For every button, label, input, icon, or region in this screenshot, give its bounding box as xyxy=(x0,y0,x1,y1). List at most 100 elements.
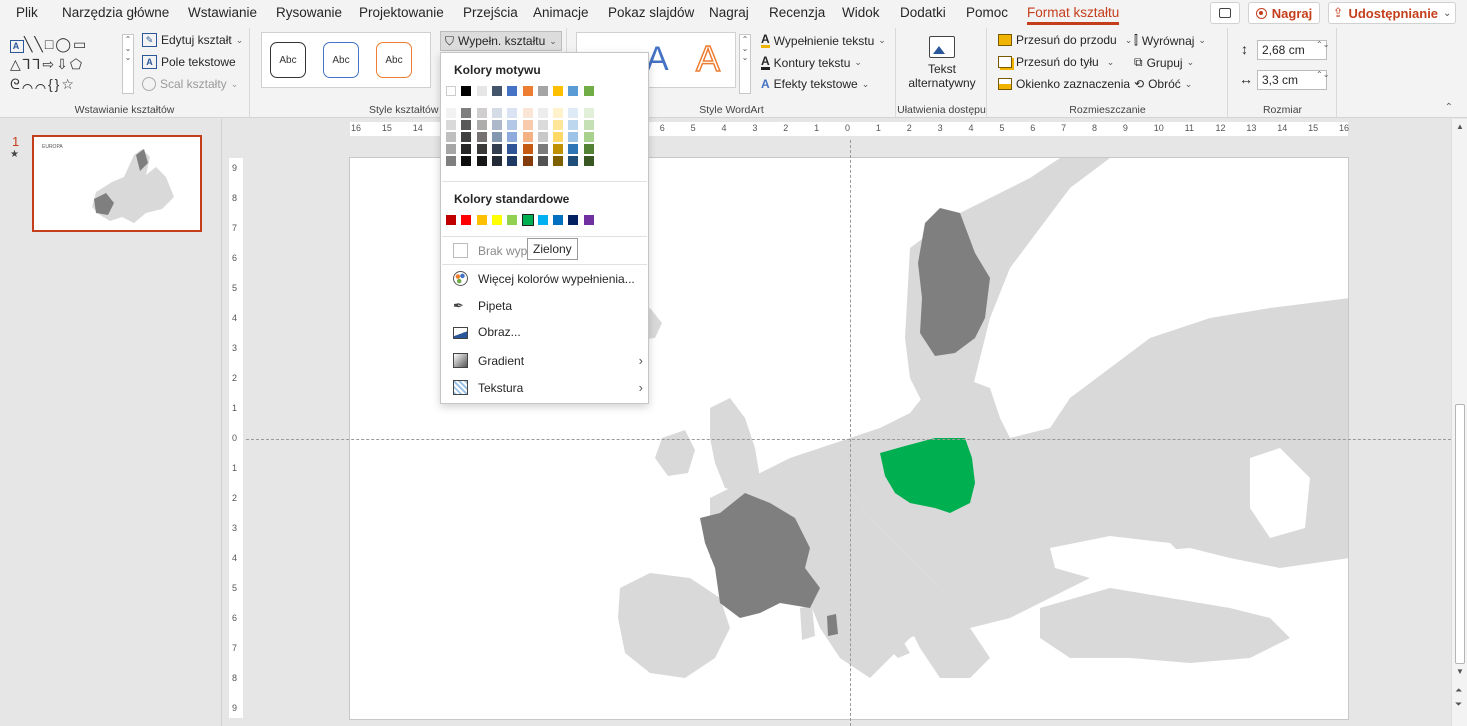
next-slide-icon[interactable]: ⏷ xyxy=(1455,699,1462,710)
scroll-up-icon[interactable]: ▲ xyxy=(1456,122,1464,131)
tab-format-ksztaltu[interactable]: Format kształtu xyxy=(1027,5,1120,25)
theme-tint-swatch[interactable] xyxy=(537,156,548,166)
record-button[interactable]: Nagraj xyxy=(1248,2,1320,24)
eyedropper-item[interactable]: ✒ Pipeta xyxy=(453,298,643,313)
theme-tint-swatch[interactable] xyxy=(583,120,594,130)
collapse-ribbon-icon[interactable]: ⌃ xyxy=(1445,102,1453,113)
theme-color-swatch[interactable] xyxy=(507,86,518,96)
scroll-down-icon[interactable]: ▼ xyxy=(1456,667,1464,676)
align-button[interactable]: ⫿ Wyrównaj ⌄ xyxy=(1134,33,1206,48)
texture-item[interactable]: Tekstura › xyxy=(453,380,643,395)
standard-color-swatch[interactable] xyxy=(568,215,579,225)
share-button[interactable]: ⇪ Udostępnianie ⌄ xyxy=(1328,2,1456,24)
theme-tint-swatch[interactable] xyxy=(446,156,456,166)
group-button[interactable]: ⧉ Grupuj ⌄ xyxy=(1134,55,1194,70)
standard-color-swatch[interactable] xyxy=(446,215,456,225)
theme-color-swatch[interactable] xyxy=(553,86,564,96)
wordart-gallery-scroll[interactable]: ⌃ ⌄ ⌄ xyxy=(739,34,751,94)
theme-tint-swatch[interactable] xyxy=(446,120,456,130)
vertical-guide[interactable] xyxy=(850,140,851,726)
theme-tint-swatch[interactable] xyxy=(583,108,594,118)
text-outline-button[interactable]: A Kontury tekstu ⌄ xyxy=(761,55,862,70)
more-colors-item[interactable]: Więcej kolorów wypełnienia... xyxy=(453,271,643,286)
theme-tint-swatch[interactable] xyxy=(491,144,502,154)
theme-tint-swatch[interactable] xyxy=(522,132,533,142)
theme-tint-swatch[interactable] xyxy=(491,132,502,142)
text-box-button[interactable]: A Pole tekstowe xyxy=(142,55,236,69)
bring-forward-button[interactable]: Przesuń do przodu ⌄ xyxy=(998,33,1132,47)
theme-tint-swatch[interactable] xyxy=(568,132,579,142)
rotate-button[interactable]: ⟲ Obróć ⌄ xyxy=(1134,77,1192,91)
theme-color-swatch[interactable] xyxy=(446,86,456,96)
theme-color-swatch[interactable] xyxy=(537,86,548,96)
theme-tint-swatch[interactable] xyxy=(476,108,487,118)
tab-animacje[interactable]: Animacje xyxy=(533,5,589,20)
theme-color-swatch[interactable] xyxy=(476,86,487,96)
send-backward-button[interactable]: Przesuń do tyłu ⌄ xyxy=(998,55,1114,69)
theme-tint-swatch[interactable] xyxy=(461,156,472,166)
theme-tint-swatch[interactable] xyxy=(461,144,472,154)
standard-color-swatch[interactable] xyxy=(507,215,518,225)
shape-style-orange[interactable]: Abc xyxy=(376,42,412,78)
theme-tint-swatch[interactable] xyxy=(507,156,518,166)
slide-thumbnail[interactable]: EUROPA xyxy=(32,135,202,232)
alt-text-button[interactable]: Tekst alternatywny xyxy=(905,36,979,90)
selection-pane-button[interactable]: Okienko zaznaczenia xyxy=(998,77,1130,91)
standard-color-swatch[interactable] xyxy=(537,215,548,225)
shape-style-dark[interactable]: Abc xyxy=(270,42,306,78)
theme-tint-swatch[interactable] xyxy=(583,156,594,166)
theme-tint-swatch[interactable] xyxy=(537,120,548,130)
theme-tint-swatch[interactable] xyxy=(446,132,456,142)
picture-item[interactable]: Obraz... xyxy=(453,325,643,339)
theme-tint-swatch[interactable] xyxy=(537,144,548,154)
theme-tint-swatch[interactable] xyxy=(537,132,548,142)
merge-shapes-button[interactable]: Scal kształty ⌄ xyxy=(142,77,238,91)
height-input[interactable]: 2,68 cm xyxy=(1257,40,1327,60)
theme-tint-swatch[interactable] xyxy=(553,144,564,154)
shapes-gallery-scroll[interactable]: ⌃ ⌄ ⌄ xyxy=(122,34,134,94)
tab-pomoc[interactable]: Pomoc xyxy=(966,5,1008,20)
theme-tint-swatch[interactable] xyxy=(568,108,579,118)
theme-tint-swatch[interactable] xyxy=(522,120,533,130)
standard-color-swatch[interactable] xyxy=(461,215,472,225)
edit-shape-button[interactable]: ✎ Edytuj kształt ⌄ xyxy=(142,33,243,47)
theme-tint-swatch[interactable] xyxy=(491,108,502,118)
wordart-sample-orange[interactable]: A xyxy=(695,37,721,80)
tab-projektowanie[interactable]: Projektowanie xyxy=(359,5,444,20)
tab-nagraj[interactable]: Nagraj xyxy=(709,5,749,20)
wordart-sample-blue[interactable]: A xyxy=(646,40,669,79)
theme-tint-swatch[interactable] xyxy=(522,156,533,166)
vertical-scrollbar[interactable]: ▲ ▼ ⏶ ⏷ xyxy=(1451,119,1467,726)
theme-color-swatch[interactable] xyxy=(461,86,472,96)
gradient-item[interactable]: Gradient › xyxy=(453,353,643,368)
standard-color-green-swatch[interactable] xyxy=(521,214,534,226)
theme-tint-swatch[interactable] xyxy=(476,120,487,130)
theme-tint-swatch[interactable] xyxy=(553,132,564,142)
standard-color-swatch[interactable] xyxy=(553,215,564,225)
theme-tint-swatch[interactable] xyxy=(568,120,579,130)
theme-tint-swatch[interactable] xyxy=(583,132,594,142)
scrollbar-thumb[interactable] xyxy=(1455,404,1465,664)
theme-tint-swatch[interactable] xyxy=(583,144,594,154)
tab-dodatki[interactable]: Dodatki xyxy=(900,5,946,20)
theme-tint-swatch[interactable] xyxy=(553,120,564,130)
theme-tint-swatch[interactable] xyxy=(568,156,579,166)
theme-tint-swatch[interactable] xyxy=(461,108,472,118)
theme-color-swatch[interactable] xyxy=(491,86,502,96)
shapes-gallery[interactable]: A ╲╲□◯▭ △⅂⅂⇨⇩⬠ ᘓ⌒⌒{}☆ xyxy=(10,34,122,94)
standard-color-swatch[interactable] xyxy=(583,215,594,225)
theme-tint-swatch[interactable] xyxy=(476,144,487,154)
theme-tint-swatch[interactable] xyxy=(461,120,472,130)
theme-tint-swatch[interactable] xyxy=(507,120,518,130)
theme-tint-swatch[interactable] xyxy=(568,144,579,154)
tab-narzedzia-glowne[interactable]: Narzędzia główne xyxy=(62,5,169,20)
tab-pokaz-slajdow[interactable]: Pokaz slajdów xyxy=(608,5,694,20)
shape-fill-button[interactable]: ⛉ Wypełn. kształtu ⌄ xyxy=(440,31,562,51)
theme-color-swatch[interactable] xyxy=(522,86,533,96)
tab-plik[interactable]: Plik xyxy=(16,5,38,20)
theme-tint-swatch[interactable] xyxy=(522,108,533,118)
theme-tint-swatch[interactable] xyxy=(507,132,518,142)
horizontal-guide[interactable] xyxy=(246,439,1451,440)
theme-tint-swatch[interactable] xyxy=(553,156,564,166)
previous-slide-icon[interactable]: ⏶ xyxy=(1455,685,1462,696)
